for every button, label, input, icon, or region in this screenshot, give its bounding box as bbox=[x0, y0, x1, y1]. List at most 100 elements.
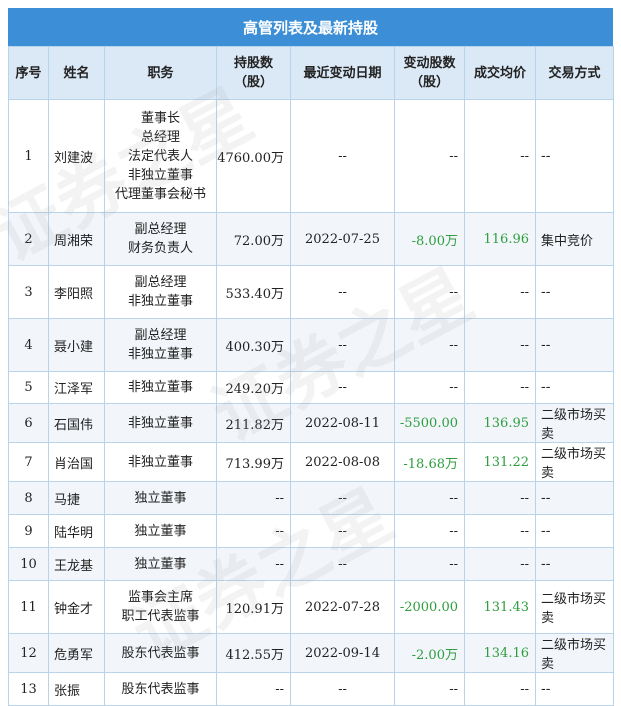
holding-value: 211.82 bbox=[225, 417, 271, 433]
row-number: 12 bbox=[8, 633, 49, 673]
change-value: -2000.00 bbox=[399, 599, 458, 615]
trade-method: 集中竞价 bbox=[535, 212, 614, 266]
table-row: 13 张振 股东代表监事 -- -- -- -- -- bbox=[8, 672, 614, 706]
executive-name: 江泽军 bbox=[48, 371, 105, 404]
header-no: 序号 bbox=[8, 46, 49, 100]
position-title: 股东代表监事 bbox=[121, 645, 200, 661]
position-title: 法定代表人 bbox=[127, 148, 193, 164]
position-title: 股东代表监事 bbox=[121, 681, 200, 697]
change-cell: -- bbox=[394, 481, 465, 515]
holding-value: 713.99 bbox=[225, 456, 271, 472]
executive-name: 王龙基 bbox=[48, 547, 105, 581]
holding-value: 400.30 bbox=[225, 339, 271, 355]
change-date: -- bbox=[290, 672, 395, 706]
change-unit: 万 bbox=[444, 647, 458, 663]
holding-cell: 400.30万 bbox=[216, 318, 291, 372]
trade-method: -- bbox=[535, 672, 614, 706]
table-row: 12 危勇军 股东代表监事 412.55万 2022-09-14 -2.00万 134.16… bbox=[8, 633, 614, 673]
average-price: 131.43 bbox=[464, 580, 536, 634]
holding-unit: 万 bbox=[270, 339, 284, 355]
average-price: -- bbox=[464, 318, 536, 372]
position-cell: 独立董事 bbox=[104, 514, 217, 548]
executive-name: 危勇军 bbox=[48, 633, 105, 673]
executive-name: 钟金才 bbox=[48, 580, 105, 634]
table-row: 7 肖治国 非独立董事 713.99万 2022-08-08 -18.68万 131.22 二… bbox=[8, 442, 614, 482]
position-title: 非独立董事 bbox=[127, 380, 193, 395]
row-number: 5 bbox=[8, 371, 49, 404]
position-cell: 股东代表监事 bbox=[104, 633, 217, 673]
position-cell: 独立董事 bbox=[104, 547, 217, 581]
change-value: -- bbox=[449, 380, 458, 395]
position-cell: 监事会主席 职工代表监事 bbox=[104, 580, 217, 634]
holding-cell: 713.99万 bbox=[216, 442, 291, 482]
position-title: 副总经理 bbox=[134, 328, 187, 343]
table-row: 11 钟金才 监事会主席 职工代表监事 120.91万 2022-07-28 -2000.0… bbox=[8, 580, 614, 634]
row-number: 10 bbox=[8, 547, 49, 581]
change-date: -- bbox=[290, 481, 395, 515]
table-row: 3 李阳照 副总经理 非独立董事 533.40万 -- -- -- -- bbox=[8, 265, 614, 319]
executive-holdings-panel: 高管列表及最新持股 序号 姓名 职务 持股数 （股） 最近变动日期 变动股数 （… bbox=[8, 8, 614, 706]
average-price: 134.16 bbox=[464, 633, 536, 673]
holding-unit: 万 bbox=[270, 417, 284, 433]
holding-value: 120.91 bbox=[225, 601, 271, 617]
position-title: 非独立董事 bbox=[127, 454, 193, 470]
table-body: 1 刘建波 董事长 总经理 法定代表人 非独立董事 代理董事会秘书 4760.00万 -- -- -… bbox=[8, 99, 614, 706]
average-price: 136.95 bbox=[464, 403, 536, 443]
change-cell: -- bbox=[394, 318, 465, 372]
change-value: -- bbox=[449, 148, 458, 164]
position-cell: 独立董事 bbox=[104, 481, 217, 515]
header-change: 变动股数 （股） bbox=[394, 46, 465, 100]
change-date: 2022-07-25 bbox=[290, 212, 395, 266]
position-title: 非独立董事 bbox=[127, 415, 193, 431]
change-cell: -2.00万 bbox=[394, 633, 465, 673]
change-unit: 万 bbox=[444, 456, 458, 472]
change-value: -18.68 bbox=[403, 456, 445, 472]
row-number: 3 bbox=[8, 265, 49, 319]
holding-value: 533.40 bbox=[225, 286, 271, 302]
trade-method: -- bbox=[535, 547, 614, 581]
position-title: 非独立董事 bbox=[127, 167, 193, 183]
holding-unit: 万 bbox=[270, 456, 284, 472]
holding-value: -- bbox=[275, 556, 284, 572]
row-number: 11 bbox=[8, 580, 49, 634]
holding-cell: 412.55万 bbox=[216, 633, 291, 673]
position-title: 职工代表监事 bbox=[121, 609, 200, 624]
holding-unit: 万 bbox=[270, 286, 284, 302]
holding-cell: -- bbox=[216, 514, 291, 548]
executive-name: 张振 bbox=[48, 672, 105, 706]
holding-value: -- bbox=[275, 681, 284, 697]
executive-name: 石国伟 bbox=[48, 403, 105, 443]
executive-name: 肖治国 bbox=[48, 442, 105, 482]
change-value: -- bbox=[449, 490, 458, 506]
change-value: -8.00 bbox=[411, 233, 445, 249]
row-number: 6 bbox=[8, 403, 49, 443]
holding-cell: 72.00万 bbox=[216, 212, 291, 266]
change-unit: 万 bbox=[444, 233, 458, 249]
change-value: -- bbox=[449, 556, 458, 572]
change-value: -2.00 bbox=[411, 647, 445, 663]
row-number: 13 bbox=[8, 672, 49, 706]
holding-cell: 4760.00万 bbox=[216, 99, 291, 213]
change-value: -- bbox=[449, 337, 458, 353]
holding-value: 249.20 bbox=[225, 382, 271, 397]
change-date: 2022-07-28 bbox=[290, 580, 395, 634]
holding-cell: 211.82万 bbox=[216, 403, 291, 443]
header-price: 成交均价 bbox=[464, 46, 536, 100]
holding-unit: 万 bbox=[270, 601, 284, 617]
position-title: 独立董事 bbox=[134, 523, 187, 539]
executive-name: 李阳照 bbox=[48, 265, 105, 319]
position-title: 总经理 bbox=[140, 129, 180, 145]
trade-method: 二级市场买卖 bbox=[535, 442, 614, 482]
change-date: -- bbox=[290, 514, 395, 548]
change-cell: -- bbox=[394, 265, 465, 319]
change-date: 2022-08-08 bbox=[290, 442, 395, 482]
change-cell: -2000.00 bbox=[394, 580, 465, 634]
holding-value: 412.55 bbox=[225, 647, 271, 663]
header-holding-line1: 持股数 bbox=[233, 56, 273, 71]
change-value: -- bbox=[449, 284, 458, 300]
holding-value: -- bbox=[275, 490, 284, 506]
holding-cell: 120.91万 bbox=[216, 580, 291, 634]
table-row: 8 马捷 独立董事 -- -- -- -- -- bbox=[8, 481, 614, 515]
table-row: 4 聂小建 副总经理 非独立董事 400.30万 -- -- -- -- bbox=[8, 318, 614, 372]
trade-method: -- bbox=[535, 99, 614, 213]
